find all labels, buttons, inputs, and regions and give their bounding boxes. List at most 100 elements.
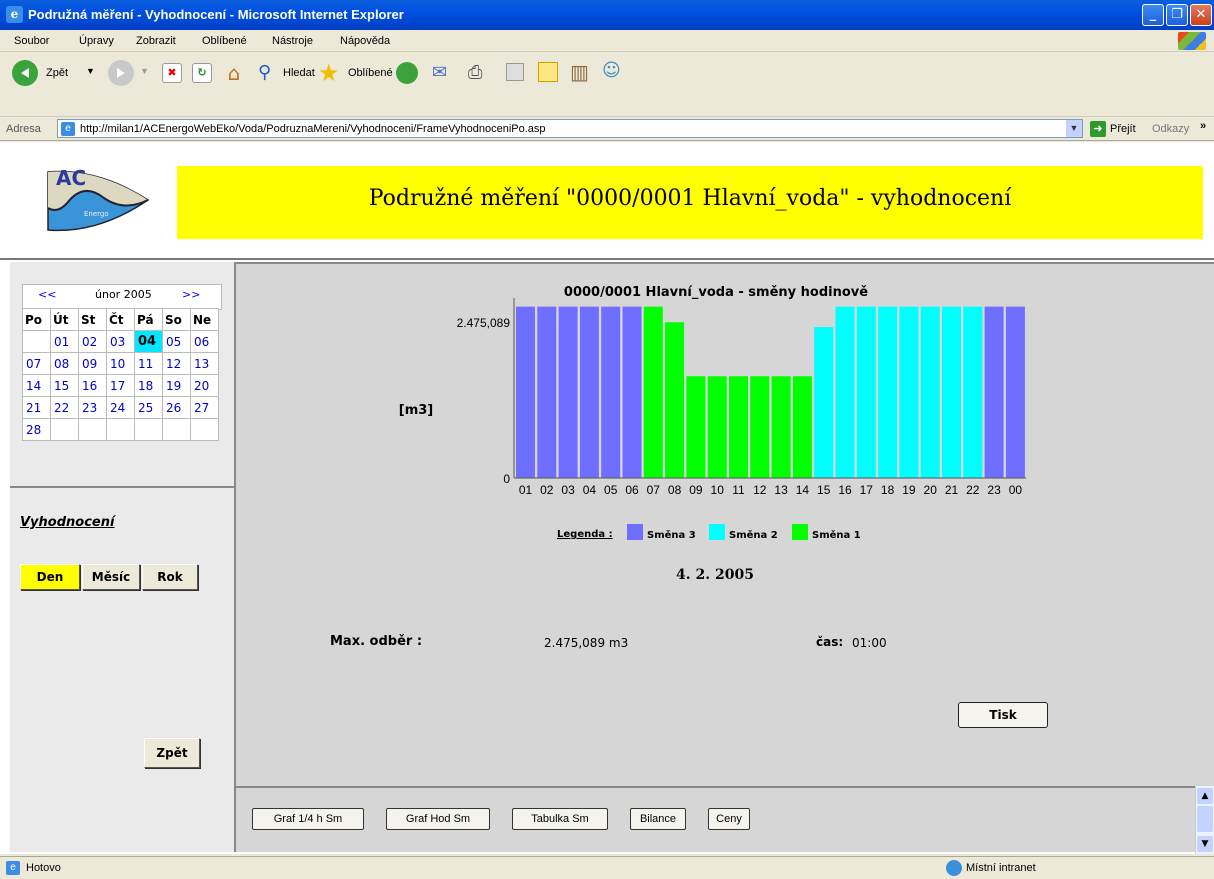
search-icon[interactable]: ⚲ bbox=[258, 62, 280, 84]
back-button[interactable]: Zpět bbox=[144, 738, 200, 768]
search-button-label[interactable]: Hledat bbox=[283, 67, 315, 79]
calendar-weekday: Po bbox=[22, 308, 51, 331]
menu-oblibene[interactable]: Oblíbené bbox=[202, 35, 247, 47]
calendar-day[interactable]: 11 bbox=[134, 352, 163, 375]
stop-icon[interactable]: ✖ bbox=[162, 63, 182, 83]
calendar-day[interactable]: 19 bbox=[162, 374, 191, 397]
favorites-button-label[interactable]: Oblíbené bbox=[348, 67, 393, 79]
maximize-button[interactable]: ❐ bbox=[1166, 4, 1188, 26]
calendar-day[interactable]: 07 bbox=[22, 352, 51, 375]
mail-icon[interactable]: ✉ bbox=[432, 62, 458, 84]
favorites-star-icon[interactable]: ★ bbox=[318, 59, 344, 87]
back-arrow-icon[interactable] bbox=[12, 60, 38, 86]
graph-quarter-hour-button[interactable]: Graf 1/4 h Sm bbox=[252, 808, 364, 830]
calendar-weekday: So bbox=[162, 308, 191, 331]
minimize-button[interactable]: _ bbox=[1142, 4, 1164, 26]
status-page-icon: e bbox=[6, 861, 20, 875]
bar-09 bbox=[686, 376, 706, 478]
x-tick-label: 16 bbox=[838, 483, 852, 497]
calendar-day[interactable]: 09 bbox=[78, 352, 107, 375]
calendar-day[interactable]: 25 bbox=[134, 396, 163, 419]
scroll-up-icon[interactable]: ▲ bbox=[1197, 788, 1213, 804]
time-value: 01:00 bbox=[852, 636, 887, 650]
address-dropdown-icon[interactable]: ▼ bbox=[1066, 120, 1082, 137]
balance-button[interactable]: Bilance bbox=[630, 808, 686, 830]
legend-swatch-shift2 bbox=[709, 524, 725, 540]
calendar-day-empty bbox=[50, 418, 79, 441]
calendar-day[interactable]: 14 bbox=[22, 374, 51, 397]
calendar-day-selected[interactable]: 04 bbox=[134, 330, 163, 353]
address-input[interactable]: e http://milan1/ACEnergoWebEko/Voda/Podr… bbox=[57, 119, 1083, 138]
graph-hourly-button[interactable]: Graf Hod Sm bbox=[386, 808, 490, 830]
x-tick-label: 19 bbox=[902, 483, 916, 497]
menu-zobrazit[interactable]: Zobrazit bbox=[136, 35, 176, 47]
calendar-day[interactable]: 22 bbox=[50, 396, 79, 419]
calendar-day[interactable]: 01 bbox=[50, 330, 79, 353]
go-arrow-icon[interactable]: ➜ bbox=[1090, 121, 1106, 137]
table-button[interactable]: Tabulka Sm bbox=[512, 808, 608, 830]
home-icon[interactable]: ⌂ bbox=[222, 61, 246, 85]
menu-upravy[interactable]: Úpravy bbox=[79, 35, 114, 47]
calendar-day[interactable]: 16 bbox=[78, 374, 107, 397]
year-button[interactable]: Rok bbox=[142, 564, 198, 590]
address-url[interactable]: http://milan1/ACEnergoWebEko/Voda/Podruz… bbox=[80, 123, 546, 135]
menu-nastroje[interactable]: Nástroje bbox=[272, 35, 313, 47]
calendar-day[interactable]: 21 bbox=[22, 396, 51, 419]
bar-22 bbox=[963, 306, 983, 478]
calendar-day[interactable]: 23 bbox=[78, 396, 107, 419]
calendar-next-link[interactable]: >> bbox=[182, 288, 200, 301]
links-label[interactable]: Odkazy bbox=[1152, 123, 1189, 135]
prices-button[interactable]: Ceny bbox=[708, 808, 750, 830]
menu-soubor[interactable]: Soubor bbox=[14, 35, 49, 47]
refresh-icon[interactable]: ↻ bbox=[192, 63, 212, 83]
messenger-icon[interactable]: ☺ bbox=[602, 60, 628, 84]
calendar-day-empty bbox=[190, 418, 219, 441]
calendar-day[interactable]: 13 bbox=[190, 352, 219, 375]
month-button[interactable]: Měsíc bbox=[82, 564, 140, 590]
calendar-day[interactable]: 28 bbox=[22, 418, 51, 441]
close-button[interactable]: ✕ bbox=[1190, 4, 1212, 26]
calendar-day[interactable]: 24 bbox=[106, 396, 135, 419]
calendar-day[interactable]: 03 bbox=[106, 330, 135, 353]
history-icon[interactable] bbox=[396, 62, 418, 84]
x-tick-label: 11 bbox=[732, 483, 745, 497]
back-button-label[interactable]: Zpět bbox=[46, 67, 68, 79]
calendar-day-empty bbox=[162, 418, 191, 441]
research-icon[interactable]: ▥ bbox=[570, 60, 594, 84]
calendar-day[interactable]: 08 bbox=[50, 352, 79, 375]
discuss-icon[interactable] bbox=[538, 62, 558, 82]
x-tick-label: 17 bbox=[860, 483, 874, 497]
menu-napoveda[interactable]: Nápověda bbox=[340, 35, 390, 47]
calendar-day[interactable]: 20 bbox=[190, 374, 219, 397]
forward-dropdown-icon[interactable]: ▼ bbox=[140, 66, 149, 76]
bar-06 bbox=[622, 306, 642, 478]
calendar-day[interactable]: 26 bbox=[162, 396, 191, 419]
scroll-down-icon[interactable]: ▼ bbox=[1197, 836, 1213, 852]
calendar-day[interactable]: 18 bbox=[134, 374, 163, 397]
print-button[interactable]: Tisk bbox=[958, 702, 1048, 728]
chart-legend: Legenda : Směna 3 Směna 2 Směna 1 bbox=[555, 524, 875, 544]
logo-text: AC bbox=[56, 166, 87, 190]
calendar-day[interactable]: 10 bbox=[106, 352, 135, 375]
calendar-day[interactable]: 17 bbox=[106, 374, 135, 397]
scrollbar[interactable]: ▲ ▼ bbox=[1195, 786, 1214, 854]
calendar-day[interactable]: 15 bbox=[50, 374, 79, 397]
x-tick-label: 07 bbox=[647, 483, 661, 497]
scroll-thumb[interactable] bbox=[1197, 806, 1213, 832]
links-chevron-icon[interactable]: » bbox=[1200, 120, 1206, 132]
calendar-day[interactable]: 12 bbox=[162, 352, 191, 375]
calendar-prev-link[interactable]: << bbox=[38, 288, 56, 301]
go-button-label[interactable]: Přejít bbox=[1110, 123, 1136, 135]
back-dropdown-icon[interactable]: ▼ bbox=[86, 66, 95, 76]
status-zone: Místní intranet bbox=[966, 862, 1036, 874]
print-icon[interactable]: ⎙ bbox=[468, 62, 494, 84]
window-title: Podružná měření - Vyhodnocení - Microsof… bbox=[28, 7, 404, 22]
calendar-day[interactable]: 05 bbox=[162, 330, 191, 353]
day-button[interactable]: Den bbox=[20, 564, 80, 590]
calendar-day[interactable]: 27 bbox=[190, 396, 219, 419]
calendar-day[interactable]: 06 bbox=[190, 330, 219, 353]
x-tick-label: 21 bbox=[945, 483, 959, 497]
calendar-day[interactable]: 02 bbox=[78, 330, 107, 353]
forward-arrow-icon[interactable] bbox=[108, 60, 134, 86]
edit-icon[interactable] bbox=[506, 63, 524, 81]
